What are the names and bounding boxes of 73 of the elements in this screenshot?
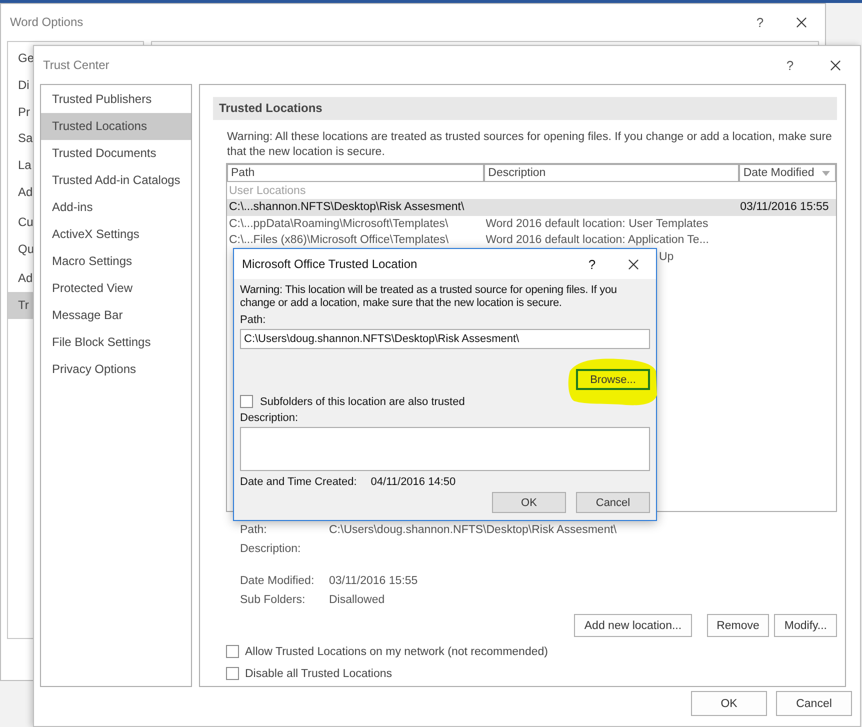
sidebar-item[interactable]: File Block Settings <box>41 329 191 356</box>
section-header: Trusted Locations <box>213 97 837 120</box>
warning-text: Warning: All these locations are treated as trusted sources for opening files. If you change or add a location, make sure that the new location is secure. <box>227 130 833 160</box>
sidebar-item[interactable]: Ad <box>8 265 33 292</box>
table-cell-text: Word 2016 default location: User Templates <box>486 216 710 232</box>
sidebar-item[interactable]: Privacy Options <box>41 356 191 383</box>
sidebar-item[interactable]: Cu <box>8 208 33 236</box>
window-title: Word Options <box>10 15 84 29</box>
close-icon[interactable] <box>830 60 841 70</box>
checkbox-label: Allow Trusted Locations on my network (not recommended) <box>245 646 548 658</box>
checkbox[interactable] <box>226 645 239 658</box>
group-label: User Locations <box>228 184 307 199</box>
dialog-title: Microsoft Office Trusted Location <box>242 257 418 271</box>
detail-label: Sub Folders: <box>240 593 306 608</box>
table-cell-text: Word 2016 default location: Application Te... <box>486 233 710 248</box>
created-label: Date and Time Created: <box>240 476 357 488</box>
sidebar-item[interactable]: Protected View <box>41 275 191 302</box>
window-title: Trust Center <box>43 58 110 72</box>
help-button[interactable]: ? <box>584 256 600 272</box>
table-cell-text: C:\...shannon.NFTS\Desktop\Risk Assesment\ <box>228 200 466 215</box>
dialog-button[interactable]: OK <box>691 691 767 716</box>
table-cell-text: C:\...ppData\Roaming\Microsoft\Templates\ <box>228 216 450 232</box>
sidebar-item[interactable]: Di <box>8 72 33 99</box>
table-row[interactable]: C:\...shannon.NFTS\Desktop\Risk Assesment\ 03/11/2016 15:55 <box>227 199 836 216</box>
detail-label: Path: <box>240 523 268 538</box>
sidebar-item[interactable]: Ad <box>8 178 33 206</box>
checkbox-label: Subfolders of this location are also trusted <box>260 396 465 408</box>
sidebar-item[interactable]: La <box>8 152 33 179</box>
browse-button[interactable]: Browse... <box>576 369 650 390</box>
detail-value: Disallowed <box>329 593 386 608</box>
help-button[interactable]: ? <box>752 14 768 30</box>
sidebar-item[interactable]: Tr <box>8 292 33 319</box>
column-header[interactable]: Description <box>485 165 738 181</box>
column-header[interactable]: Date Modified <box>740 165 835 181</box>
description-field[interactable] <box>240 427 650 471</box>
warning-text: Warning: This location will be treated as a trusted source for opening files. If you change or add a location, make sure that the new location is secure. <box>240 284 618 310</box>
sidebar-item[interactable]: Trusted Locations <box>41 113 191 140</box>
help-button[interactable]: ? <box>782 58 798 72</box>
table-row[interactable]: C:\...Files (x86)\Microsoft Office\Templates\ Word 2016 default location: Application Te... <box>227 232 836 248</box>
sidebar-item[interactable]: Qu <box>8 236 33 262</box>
detail-value: 03/11/2016 15:55 <box>329 574 419 589</box>
sidebar-item[interactable]: Trusted Add-in Catalogs <box>41 167 191 194</box>
sidebar-item[interactable]: ActiveX Settings <box>41 221 191 248</box>
location-button[interactable]: Add new location... <box>574 614 692 637</box>
sidebar-item[interactable]: Sa <box>8 125 33 152</box>
sidebar-item[interactable]: Trusted Publishers <box>41 86 191 113</box>
sidebar-item[interactable]: Pr <box>8 98 33 126</box>
path-field[interactable]: C:\Users\doug.shannon.NFTS\Desktop\Risk Assesment\ <box>240 329 650 349</box>
detail-label: Date Modified: <box>240 574 316 589</box>
table-cell-text: 03/11/2016 15:55 <box>740 200 830 215</box>
sidebar-item[interactable]: Trusted Documents <box>41 140 191 167</box>
checkbox-label: Disable all Trusted Locations <box>245 668 392 680</box>
dialog-button[interactable]: Cancel <box>776 691 852 716</box>
checkbox[interactable] <box>240 395 253 408</box>
dialog-button[interactable]: OK <box>492 492 566 513</box>
column-header[interactable]: Path <box>228 165 484 181</box>
location-button[interactable]: Modify... <box>774 614 837 637</box>
close-icon[interactable] <box>628 258 639 270</box>
field-label: Path: <box>240 313 267 327</box>
sidebar-item[interactable]: Add-ins <box>41 194 191 221</box>
table-cell-text: C:\...Files (x86)\Microsoft Office\Templates\ <box>228 233 450 248</box>
location-button[interactable]: Remove <box>706 614 770 637</box>
checkbox[interactable] <box>226 667 239 680</box>
detail-value: C:\Users\doug.shannon.NFTS\Desktop\Risk Assesment\ <box>329 523 618 538</box>
close-icon[interactable] <box>796 16 807 28</box>
created-value: 04/11/2016 14:50 <box>370 476 456 488</box>
sidebar-item[interactable]: Message Bar <box>41 302 191 329</box>
detail-label: Description: <box>240 542 302 557</box>
field-label: Description: <box>240 411 300 425</box>
sidebar-item[interactable]: Ge <box>8 45 33 72</box>
table-row[interactable]: C:\...ppData\Roaming\Microsoft\Templates\ Word 2016 default location: User Templates <box>227 216 836 232</box>
dialog-button[interactable]: Cancel <box>576 492 650 513</box>
sidebar-item[interactable]: Macro Settings <box>41 248 191 275</box>
